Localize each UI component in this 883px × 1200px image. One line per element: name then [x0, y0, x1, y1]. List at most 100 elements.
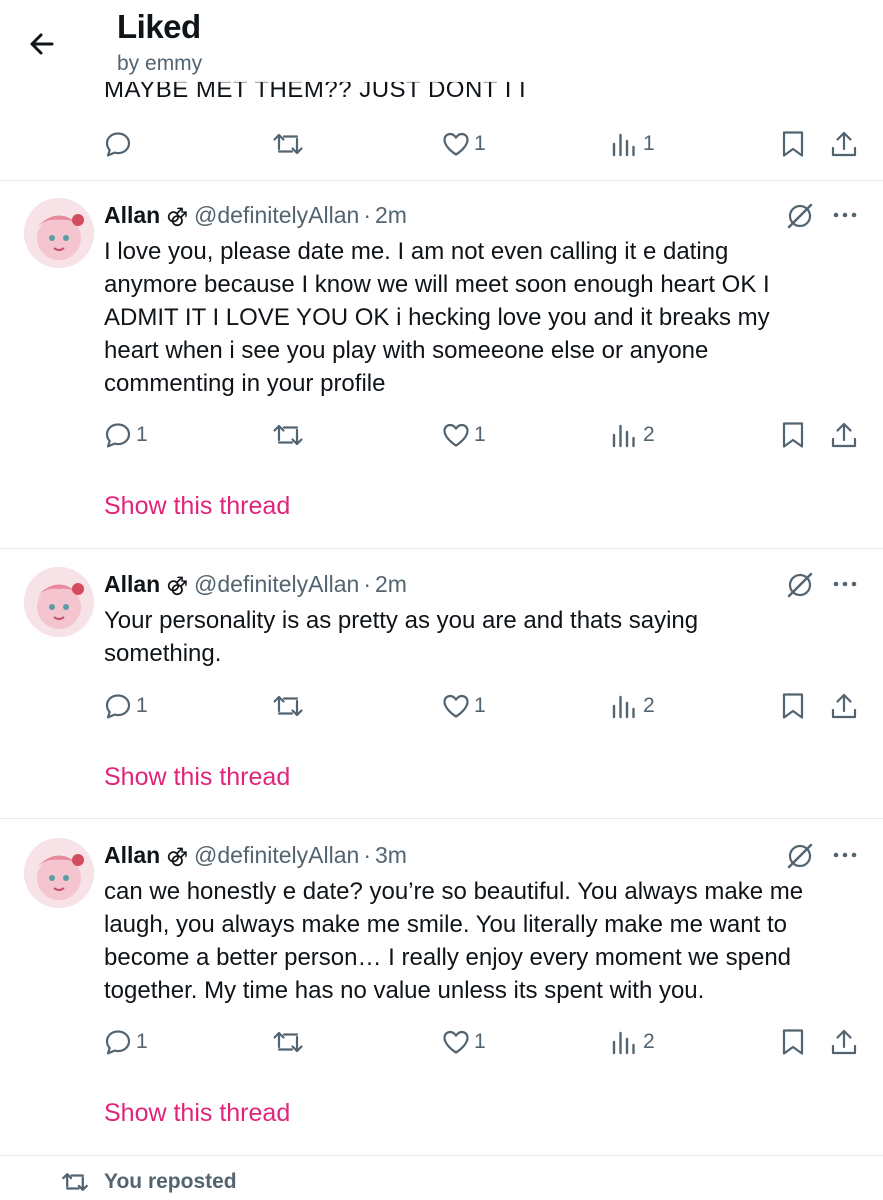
repost-button[interactable]	[272, 686, 304, 726]
avatar[interactable]	[24, 567, 94, 637]
author-name[interactable]: Allan	[104, 202, 160, 229]
share-icon	[831, 1029, 857, 1055]
page-subtitle: by emmy	[117, 52, 203, 75]
reply-icon	[105, 694, 131, 719]
grok-icon[interactable]	[784, 200, 816, 232]
bookmark-button[interactable]	[779, 686, 807, 726]
page-title: Liked	[117, 8, 201, 45]
badge-icon: ⚣	[166, 204, 189, 227]
repost-button[interactable]	[272, 1022, 304, 1062]
repost-icon	[62, 1173, 88, 1191]
author-name[interactable]: Allan	[104, 842, 160, 869]
reply-icon	[105, 132, 131, 157]
like-count: 1	[474, 132, 486, 155]
views-count: 2	[643, 1030, 655, 1053]
reply-count: 1	[136, 694, 148, 717]
reply-icon	[105, 1030, 131, 1055]
reply-button[interactable]: 1	[103, 415, 148, 455]
repost-button[interactable]	[272, 415, 304, 455]
more-icon[interactable]	[830, 840, 860, 870]
share-icon	[831, 131, 857, 157]
views-button[interactable]: 2	[610, 1022, 655, 1062]
author-handle[interactable]: @definitelyAllan	[194, 202, 359, 229]
more-icon[interactable]	[830, 200, 860, 230]
timestamp[interactable]: 3m	[375, 842, 407, 869]
reply-button[interactable]	[103, 124, 136, 164]
bookmark-icon	[782, 693, 804, 719]
tweet-header: Allan ⚣ @definitelyAllan · 2m	[104, 200, 407, 230]
back-button[interactable]	[22, 24, 62, 64]
like-button[interactable]: 1	[441, 686, 486, 726]
tweet-action-bar: 1 1 2	[0, 415, 883, 455]
badge-icon: ⚣	[166, 844, 189, 867]
bookmark-button[interactable]	[779, 124, 807, 164]
avatar-image	[24, 838, 94, 908]
share-button[interactable]	[829, 686, 859, 726]
arrow-left-icon	[30, 33, 54, 55]
separator: ·	[363, 841, 371, 868]
tweet-text: Your personality is as pretty as you are…	[104, 607, 699, 667]
share-button[interactable]	[829, 124, 859, 164]
divider	[0, 180, 883, 181]
show-thread-link[interactable]: Show this thread	[104, 763, 290, 792]
repost-button[interactable]	[272, 124, 304, 164]
like-count: 1	[474, 694, 486, 717]
share-button[interactable]	[829, 1022, 859, 1062]
bookmark-icon	[782, 1029, 804, 1055]
bookmark-button[interactable]	[779, 415, 807, 455]
author-name[interactable]: Allan	[104, 571, 160, 598]
badge-icon: ⚣	[166, 573, 189, 596]
timestamp[interactable]: 2m	[375, 571, 407, 598]
views-icon	[612, 695, 635, 719]
avatar[interactable]	[24, 838, 94, 908]
avatar-image	[24, 567, 94, 637]
tweet-text: can we honestly e date? you’re so beauti…	[104, 878, 804, 1004]
repost-icon	[273, 1031, 303, 1053]
tweet-header: Allan ⚣ @definitelyAllan · 2m	[104, 569, 407, 599]
reply-icon	[105, 423, 131, 448]
share-icon	[831, 422, 857, 448]
repost-notice-label: You reposted	[104, 1170, 237, 1193]
repost-icon	[273, 695, 303, 717]
reply-count: 1	[136, 423, 148, 446]
bookmark-icon	[782, 422, 804, 448]
bookmark-button[interactable]	[779, 1022, 807, 1062]
repost-notice: You reposted	[60, 1167, 237, 1197]
tweet-header: Allan ⚣ @definitelyAllan · 3m	[104, 840, 407, 870]
views-icon	[612, 424, 635, 448]
grok-icon[interactable]	[784, 569, 816, 601]
show-thread-link[interactable]: Show this thread	[104, 492, 290, 521]
divider	[0, 818, 883, 819]
views-button[interactable]: 2	[610, 686, 655, 726]
avatar-image	[24, 198, 94, 268]
tweet-action-bar: 1 1 2	[0, 686, 883, 726]
like-count: 1	[474, 423, 486, 446]
separator: ·	[363, 201, 371, 228]
like-count: 1	[474, 1030, 486, 1053]
views-icon	[612, 133, 635, 157]
heart-icon	[443, 423, 469, 447]
avatar[interactable]	[24, 198, 94, 268]
reply-button[interactable]: 1	[103, 1022, 148, 1062]
views-count: 2	[643, 694, 655, 717]
reply-count: 1	[136, 1030, 148, 1053]
grok-icon[interactable]	[784, 840, 816, 872]
like-button[interactable]: 1	[441, 1022, 486, 1062]
like-button[interactable]: 1	[441, 124, 486, 164]
like-button[interactable]: 1	[441, 415, 486, 455]
author-handle[interactable]: @definitelyAllan	[194, 571, 359, 598]
timestamp[interactable]: 2m	[375, 202, 407, 229]
author-handle[interactable]: @definitelyAllan	[194, 842, 359, 869]
reply-button[interactable]: 1	[103, 686, 148, 726]
tweet-text: I love you, please date me. I am not eve…	[104, 238, 770, 397]
share-icon	[831, 693, 857, 719]
views-button[interactable]: 2	[610, 415, 655, 455]
show-thread-link[interactable]: Show this thread	[104, 1099, 290, 1128]
repost-icon	[273, 424, 303, 446]
views-button[interactable]: 1	[610, 124, 655, 164]
repost-icon	[273, 133, 303, 155]
share-button[interactable]	[829, 415, 859, 455]
divider	[0, 1155, 883, 1156]
more-icon[interactable]	[830, 569, 860, 599]
bookmark-icon	[782, 131, 804, 157]
